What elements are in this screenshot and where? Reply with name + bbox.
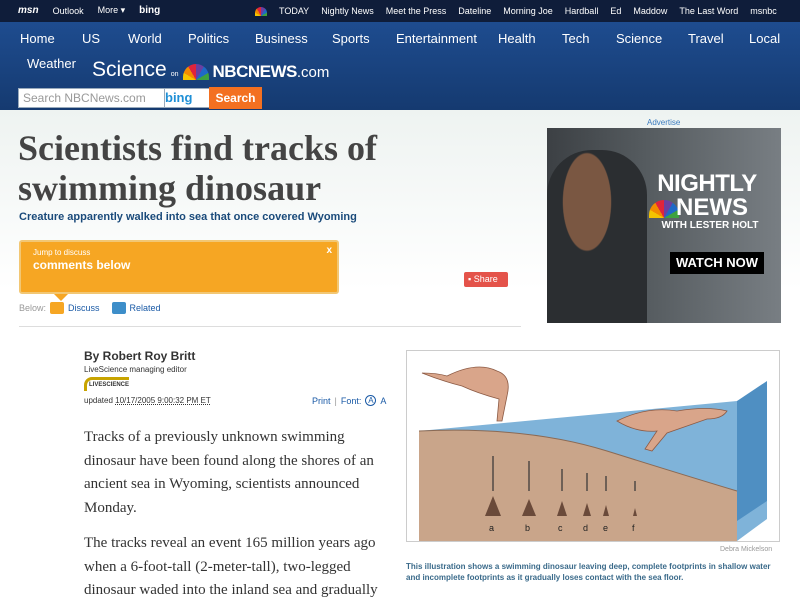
site-brand[interactable]: Science on NBCNEWS.com xyxy=(92,58,329,82)
anchor-photo xyxy=(547,150,647,323)
more-menu[interactable]: More ▾ xyxy=(98,5,126,16)
footprint-label: e xyxy=(603,523,608,533)
below-label: Below: xyxy=(19,303,47,313)
nav-item-home[interactable]: Home xyxy=(20,31,55,46)
updated-timestamp: updated 10/17/2005 9:00:32 PM ET xyxy=(84,396,211,405)
ad-title-news: NEWS xyxy=(676,194,748,221)
share-button[interactable]: ▪ Share xyxy=(464,272,508,287)
article-paragraph: The tracks reveal an event 165 million y… xyxy=(84,535,378,598)
footprint-label: a xyxy=(489,523,494,533)
nav-item-entertainment[interactable]: Entertainment xyxy=(396,31,477,46)
brand-on: on xyxy=(170,71,179,78)
nav-item-business[interactable]: Business xyxy=(255,31,308,46)
tools-separator: | xyxy=(334,395,337,406)
search-button[interactable]: Search xyxy=(209,87,262,109)
section-title: Science xyxy=(92,58,167,81)
msn-logo[interactable]: msn xyxy=(18,5,39,16)
walking-dinosaur xyxy=(421,366,509,422)
footprint-label: d xyxy=(583,523,588,533)
dinosaur-illustration[interactable]: a b c d e f xyxy=(406,350,780,542)
network-link-nightly-news[interactable]: Nightly News xyxy=(321,6,374,16)
nav-item-health[interactable]: Health xyxy=(498,31,536,46)
article-body: Tracks of a previously unknown swimming … xyxy=(84,426,384,600)
article-subhead: Creature apparently walked into sea that… xyxy=(19,211,357,223)
nbcnews-domain: .com xyxy=(296,64,330,81)
updated-label: updated xyxy=(84,396,113,405)
print-link[interactable]: Print xyxy=(312,396,331,406)
nbc-peacock-logo-icon xyxy=(182,64,209,80)
font-size-small-button[interactable]: A xyxy=(365,395,377,406)
watch-now-button[interactable]: WATCH NOW xyxy=(670,252,764,274)
chevron-down-icon: ▾ xyxy=(120,5,126,15)
bing-search-logo: bing xyxy=(165,88,210,108)
footprint-label: b xyxy=(525,523,530,533)
network-link-last-word[interactable]: The Last Word xyxy=(679,6,738,16)
nav-item-us[interactable]: US xyxy=(82,31,100,46)
article-tools: Print | Font: A A xyxy=(312,395,386,406)
sea-side xyxy=(737,381,767,521)
nav-item-politics[interactable]: Politics xyxy=(188,31,229,46)
footprint-label: c xyxy=(558,523,563,533)
share-label: Share xyxy=(473,274,498,284)
below-links: Below: Discuss Related xyxy=(19,302,169,314)
comments-below-label: comments below xyxy=(33,258,131,272)
nbcnews-wordmark: NBCNEWS xyxy=(212,62,298,81)
nav-item-science[interactable]: Science xyxy=(616,31,662,46)
author-byline: By Robert Roy Britt xyxy=(84,349,196,363)
nbcnews-logo: NBCNEWS.com xyxy=(213,62,330,82)
article-headline: Scientists find tracks of swimming dinos… xyxy=(18,128,377,208)
livescience-logo: LIVESCIENCE xyxy=(84,377,130,391)
illustration-credit: Debra Mickelson xyxy=(720,546,773,553)
share-icon: ▪ xyxy=(468,274,472,284)
related-icon[interactable] xyxy=(111,302,126,314)
nav-item-weather[interactable]: Weather xyxy=(27,56,76,71)
divider xyxy=(19,326,521,327)
top-network-bar: msn Outlook More ▾ bing TODAY Nightly Ne… xyxy=(0,0,800,22)
more-label: More xyxy=(97,5,119,15)
article-paragraph: Tracks of a previously unknown swimming … xyxy=(84,429,374,516)
illustration-graphic: a b c d e f xyxy=(418,366,767,541)
outlook-link[interactable]: Outlook xyxy=(53,6,84,16)
network-link-hardball[interactable]: Hardball xyxy=(565,6,599,16)
nav-item-world[interactable]: World xyxy=(128,31,162,46)
illustration-caption: This illustration shows a swimming dinos… xyxy=(406,562,771,582)
search-input[interactable]: Search NBCNews.com xyxy=(18,88,165,108)
network-link-meet-the-press[interactable]: Meet the Press xyxy=(386,6,447,16)
jump-to-discuss-text: Jump to discuss xyxy=(33,248,91,257)
network-link-msnbc[interactable]: msnbc xyxy=(750,6,777,16)
network-link-today[interactable]: TODAY xyxy=(279,6,309,16)
discuss-link[interactable]: Discuss xyxy=(68,303,100,313)
bing-logo[interactable]: bing xyxy=(139,5,160,16)
jump-to-comments-box[interactable]: Jump to discuss comments below x xyxy=(19,240,339,294)
author-role: LiveScience managing editor xyxy=(84,365,187,374)
network-link-dateline[interactable]: Dateline xyxy=(458,6,491,16)
nbc-peacock-icon[interactable] xyxy=(255,6,267,16)
nav-item-sports[interactable]: Sports xyxy=(332,31,370,46)
network-link-morning-joe[interactable]: Morning Joe xyxy=(503,6,553,16)
updated-date: 10/17/2005 9:00:32 PM ET xyxy=(115,396,211,405)
advertisement-banner[interactable]: NIGHTLY NEWS WITH LESTER HOLT WATCH NOW xyxy=(547,128,781,323)
related-link[interactable]: Related xyxy=(130,303,161,313)
font-label: Font: xyxy=(340,395,362,406)
close-icon[interactable]: x xyxy=(326,245,332,256)
nav-item-tech[interactable]: Tech xyxy=(562,31,589,46)
network-link-maddow[interactable]: Maddow xyxy=(633,6,667,16)
ad-subtitle: WITH LESTER HOLT xyxy=(661,220,759,231)
advertise-label[interactable]: Advertise xyxy=(647,118,680,127)
network-link-ed[interactable]: Ed xyxy=(610,6,621,16)
callout-tail xyxy=(54,294,68,301)
discuss-icon[interactable] xyxy=(50,302,65,314)
nav-item-local[interactable]: Local xyxy=(749,31,780,46)
font-size-large-button[interactable]: A xyxy=(380,396,386,406)
nav-item-travel[interactable]: Travel xyxy=(688,31,724,46)
